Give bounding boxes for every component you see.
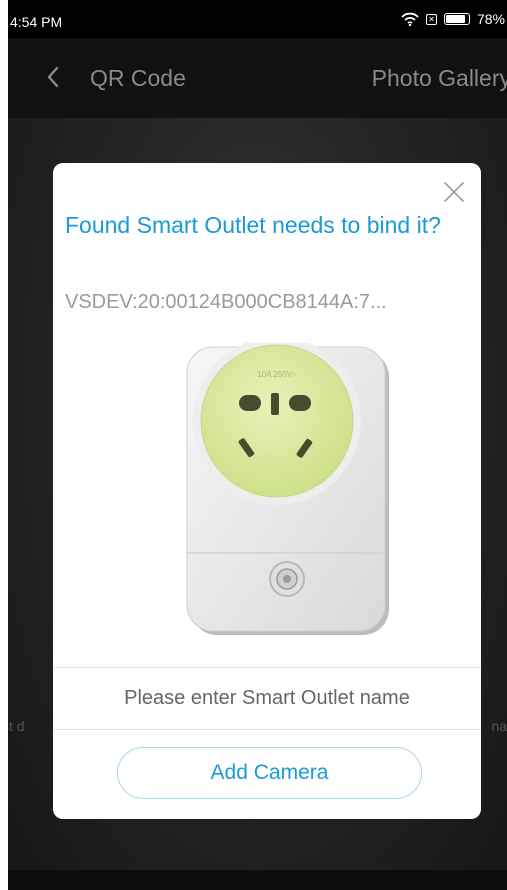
nav-bar: QR Code Photo Gallery (8, 38, 507, 118)
wifi-icon (401, 12, 419, 26)
photo-gallery-button[interactable]: Photo Gallery (372, 65, 507, 92)
bottom-strip (8, 870, 507, 890)
dialog-title: Found Smart Outlet needs to bind it? (65, 212, 441, 238)
bind-device-dialog: Found Smart Outlet needs to bind it? VSD… (53, 163, 481, 819)
battery-level (445, 15, 465, 23)
background-text-left: ct d (8, 718, 25, 734)
page-title: QR Code (90, 65, 186, 91)
background-text-right: nat (491, 718, 507, 734)
device-id: VSDEV:20:00124B000CB8144A:7... (65, 291, 387, 313)
status-icons: ✕ 78% (401, 11, 505, 27)
close-icon[interactable] (439, 177, 469, 207)
battery-percent: 78% (476, 11, 505, 27)
divider (53, 729, 481, 730)
qr-scan-screen: 4:54 PM ✕ 78% QR Code Photo Gallery ct d… (8, 0, 507, 890)
sim-icon: ✕ (425, 13, 437, 25)
smart-outlet-image: 10A 250V~ (186, 343, 389, 635)
status-bar: 4:54 PM ✕ 78% (8, 0, 507, 38)
outlet-name-input[interactable] (53, 668, 481, 728)
battery-icon (443, 13, 470, 25)
status-time: 4:54 PM (10, 14, 63, 30)
chevron-left-icon[interactable] (38, 60, 68, 94)
add-camera-button[interactable]: Add Camera (117, 747, 422, 799)
svg-text:10A 250V~: 10A 250V~ (257, 370, 297, 379)
